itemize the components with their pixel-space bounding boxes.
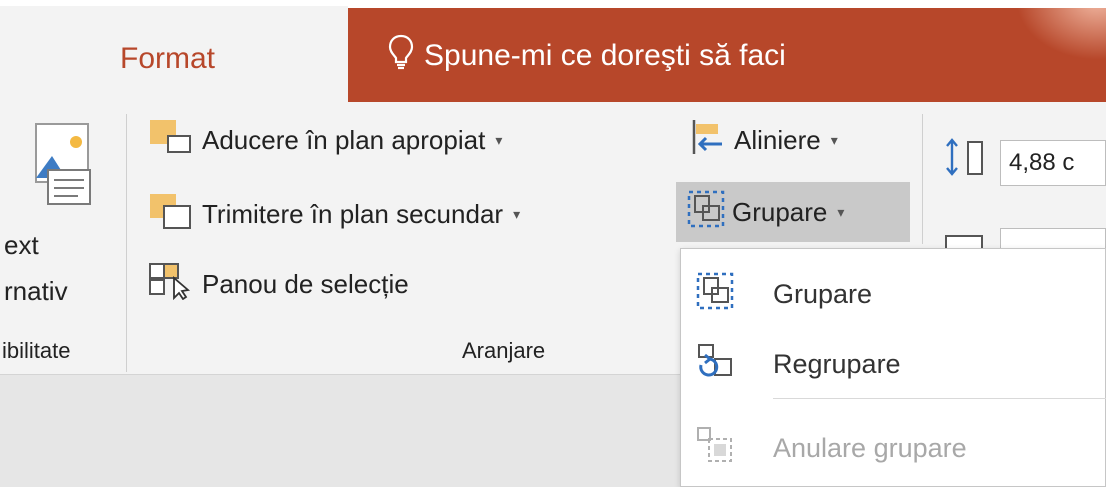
ungroup-icon: [695, 425, 735, 472]
height-field[interactable]: 4,88 c: [1000, 140, 1106, 186]
menu-item-label: Anulare grupare: [773, 432, 967, 463]
window-glow: [1016, 0, 1106, 60]
group-button[interactable]: Grupare ▾: [676, 182, 910, 242]
tab-format[interactable]: Format: [0, 6, 348, 102]
menu-separator: [773, 398, 1106, 399]
tell-me-label: Spune-mi ce doreşti să faci: [424, 39, 786, 72]
height-value: 4,88 c: [1009, 149, 1075, 176]
chevron-down-icon[interactable]: ▾: [495, 132, 502, 149]
group-dropdown-menu: Grupare Regrupare Anulare grupare: [680, 248, 1106, 487]
selection-pane-label: Panou de selecție: [202, 268, 409, 299]
height-icon: [942, 138, 992, 183]
bring-forward-label: Aducere în plan apropiat: [202, 124, 486, 155]
align-button[interactable]: Aliniere ▾: [688, 118, 838, 162]
send-backward-label: Trimitere în plan secundar: [202, 198, 504, 229]
selection-pane-button[interactable]: Panou de selecție: [148, 262, 409, 306]
regroup-icon: [695, 341, 735, 388]
menu-item-ungroup: Anulare grupare: [681, 413, 1106, 483]
alt-text-button[interactable]: ext rnativ: [0, 118, 122, 318]
group-label: Grupare: [732, 196, 828, 227]
send-backward-icon: [148, 192, 196, 237]
alt-text-icon: [22, 122, 92, 217]
group-label-arrange: Aranjare: [462, 338, 546, 363]
group-separator: [126, 114, 127, 372]
chevron-down-icon[interactable]: ▾: [837, 204, 844, 221]
chevron-down-icon[interactable]: ▾: [831, 132, 838, 149]
align-icon: [688, 118, 728, 163]
tab-format-label: Format: [120, 42, 216, 75]
menu-item-regroup[interactable]: Regrupare: [681, 329, 1106, 399]
menu-item-label: Regrupare: [773, 348, 901, 379]
chevron-down-icon[interactable]: ▾: [513, 206, 520, 223]
align-label: Aliniere: [734, 124, 821, 155]
alt-text-label-line1: ext: [4, 230, 39, 260]
send-backward-button[interactable]: Trimitere în plan secundar ▾: [148, 192, 520, 236]
menu-item-group[interactable]: Grupare: [681, 259, 1106, 329]
group-icon: [695, 271, 735, 318]
menu-item-label: Grupare: [773, 278, 873, 309]
bring-forward-button[interactable]: Aducere în plan apropiat ▾: [148, 118, 502, 162]
alt-text-label-line2: rnativ: [4, 276, 68, 306]
lightbulb-icon: [388, 34, 424, 78]
tell-me-search[interactable]: Spune-mi ce doreşti să faci: [388, 34, 786, 78]
group-icon: [686, 189, 726, 236]
bring-forward-icon: [148, 118, 196, 163]
group-label-accessibility: ibilitate: [2, 338, 71, 363]
group-separator: [922, 114, 923, 244]
selection-pane-icon: [148, 262, 196, 307]
